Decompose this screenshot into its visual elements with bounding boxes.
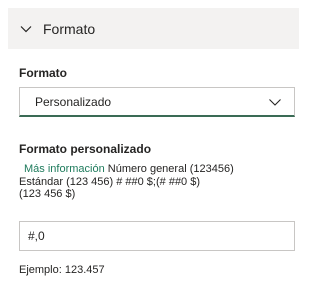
format-pane: Formato Formato Personalizado Formato pe… — [0, 0, 305, 289]
chevron-down-icon — [269, 98, 281, 106]
description-line-2: Estándar (123 456) # ##0 $;(# ##0 $) — [19, 175, 201, 188]
section-title: Formato — [43, 20, 96, 37]
format-example-text: Ejemplo: 123.457 — [19, 264, 105, 276]
custom-format-label: Formato personalizado — [19, 142, 152, 156]
format-section-header[interactable]: Formato — [8, 8, 299, 49]
chevron-down-icon — [20, 25, 32, 32]
format-dropdown-value: Personalizado — [35, 94, 112, 109]
format-label: Formato — [19, 66, 67, 80]
custom-format-description: Más información Número general (123456) … — [19, 163, 299, 201]
custom-format-input[interactable] — [19, 221, 295, 251]
more-info-link[interactable]: Más información — [24, 163, 105, 175]
format-dropdown[interactable]: Personalizado — [19, 87, 295, 117]
description-line-3: (123 456 $) — [19, 188, 76, 200]
general-number-text: Número general (123456) — [107, 163, 234, 175]
description-line-1: Más información Número general (123456) — [19, 163, 299, 176]
